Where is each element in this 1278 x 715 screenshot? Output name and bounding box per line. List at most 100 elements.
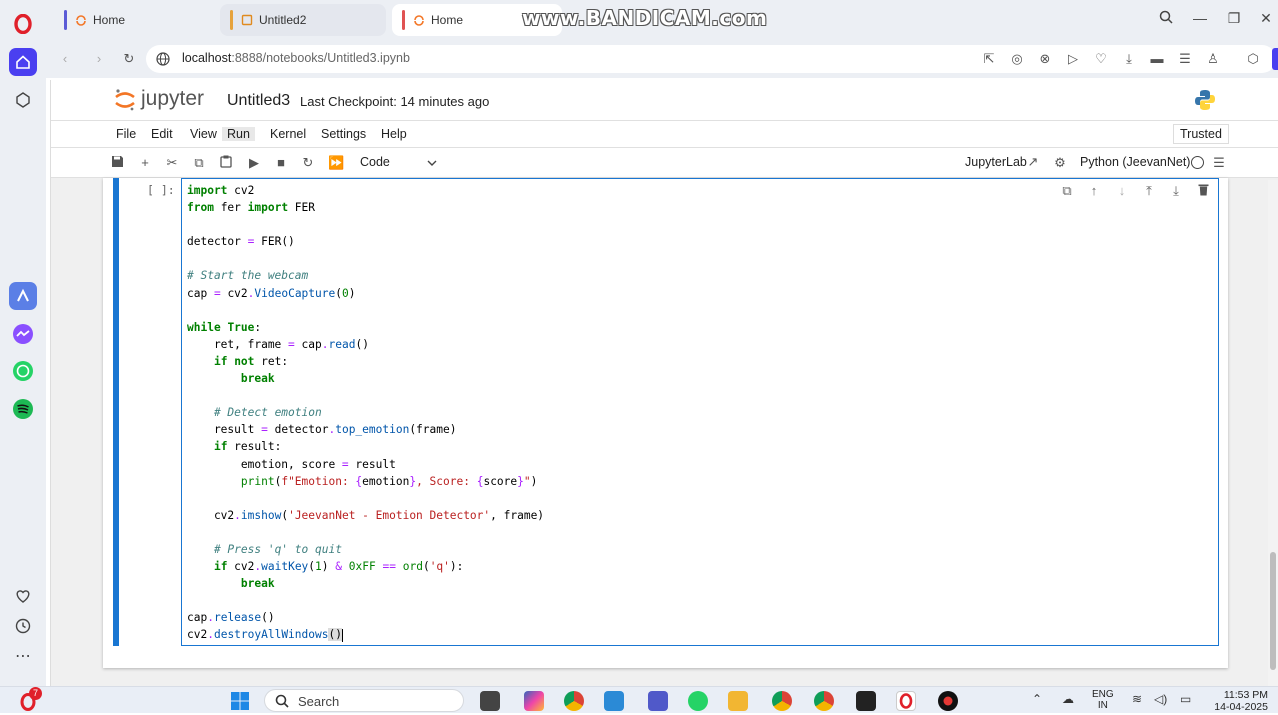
url-host: localhost <box>182 51 232 65</box>
back-icon[interactable]: ‹ <box>56 51 74 66</box>
spotify-icon[interactable] <box>9 395 37 423</box>
copilot-icon[interactable] <box>524 691 544 711</box>
menu-kernel[interactable]: Kernel <box>270 127 306 141</box>
address-bar: ‹ › ↻ localhost:8888/notebooks/Untitled3… <box>46 40 1278 78</box>
menu-file[interactable]: File <box>116 127 136 141</box>
add-cell-icon[interactable]: + <box>137 155 153 170</box>
tab-accent <box>64 10 67 30</box>
search-tabs-icon[interactable] <box>1156 10 1176 27</box>
profile-icon[interactable]: ♙ <box>1204 51 1222 67</box>
run-cell-icon[interactable]: ▶ <box>246 155 262 171</box>
terminal-icon[interactable] <box>856 691 876 711</box>
duplicate-cell-icon[interactable]: ⧉ <box>1058 183 1076 199</box>
whatsapp-taskbar-icon[interactable] <box>688 691 708 711</box>
chrome-icon[interactable] <box>564 691 584 711</box>
messenger-icon[interactable] <box>9 320 37 348</box>
cell-type-select[interactable]: Code <box>351 153 441 173</box>
notification-badge: 7 <box>29 687 42 700</box>
forward-icon[interactable]: › <box>90 51 108 66</box>
close-icon[interactable]: ✕ <box>1256 10 1276 27</box>
jupyterlab-link[interactable]: JupyterLab <box>965 155 1027 169</box>
file-explorer-icon[interactable] <box>728 691 748 711</box>
cut-icon[interactable]: ✂ <box>164 155 180 171</box>
cell-type-value: Code <box>360 155 390 169</box>
settings-gear-icon[interactable]: ⚙ <box>1052 155 1068 171</box>
move-up-icon[interactable]: ↑ <box>1085 183 1103 198</box>
app-icon-blue[interactable] <box>604 691 624 711</box>
reload-icon[interactable]: ↻ <box>120 51 138 67</box>
tab-accent <box>402 10 405 30</box>
hamburger-menu-icon[interactable]: ☰ <box>1211 155 1227 171</box>
menu-run[interactable]: Run <box>222 127 255 141</box>
tab-untitled2[interactable]: Untitled2 <box>220 4 386 36</box>
share-icon[interactable]: ⇱ <box>980 51 998 67</box>
vertical-scrollbar[interactable] <box>1268 180 1278 686</box>
download-icon[interactable]: ⤓ <box>1120 51 1138 67</box>
kernel-name[interactable]: Python (JeevanNet) <box>1080 155 1190 169</box>
restore-icon[interactable]: ❐ <box>1224 10 1244 27</box>
recorder-icon[interactable] <box>938 691 958 711</box>
wifi-icon[interactable]: ≋ <box>1132 692 1142 706</box>
show-hidden-icons[interactable]: ⌃ <box>1032 692 1042 706</box>
chrome-profile-icon[interactable] <box>772 691 792 711</box>
shield-icon[interactable]: ⊗ <box>1036 51 1054 67</box>
jupyter-logo-text: jupyter <box>141 87 205 110</box>
move-down-icon[interactable]: ↓ <box>1113 183 1131 198</box>
delete-cell-icon[interactable] <box>1194 183 1212 199</box>
task-view-icon[interactable] <box>480 691 500 711</box>
lang-region: IN <box>1097 700 1108 711</box>
url-path: :8888/notebooks/Untitled3.ipynb <box>231 51 410 65</box>
easy-setup-icon[interactable]: ☰ <box>1176 51 1194 67</box>
chrome-profile-2-icon[interactable] <box>814 691 834 711</box>
cube-icon[interactable] <box>9 86 37 114</box>
paste-icon[interactable] <box>218 155 234 171</box>
teams-icon[interactable] <box>648 691 668 711</box>
menu-help[interactable]: Help <box>381 127 407 141</box>
code-cell-editor[interactable]: import cv2 from fer import FER detector … <box>181 178 1219 646</box>
bookmark-heart-icon[interactable]: ♡ <box>1092 51 1110 67</box>
cell-prompt: [ ]: <box>147 183 175 197</box>
extensions-icon[interactable]: ⬡ <box>1244 51 1262 67</box>
language-indicator[interactable]: ENG IN <box>1092 689 1114 711</box>
menu-view[interactable]: View <box>190 127 217 141</box>
jupyter-logo-icon <box>115 89 135 111</box>
battery-icon[interactable]: ▬ <box>1148 51 1166 66</box>
minimize-icon[interactable]: — <box>1190 10 1210 26</box>
scrollbar-thumb[interactable] <box>1270 552 1276 670</box>
restart-run-all-icon[interactable]: ⏩ <box>328 155 344 171</box>
windows-start-icon[interactable] <box>230 691 250 714</box>
sidebar-toggle[interactable] <box>1272 48 1278 70</box>
opera-logo-icon[interactable] <box>9 10 37 38</box>
notebook-title[interactable]: Untitled3 <box>227 92 290 110</box>
code-content[interactable]: import cv2 from fer import FER detector … <box>187 182 544 644</box>
restart-icon[interactable]: ↻ <box>300 155 316 171</box>
more-icon[interactable]: ⋯ <box>9 642 37 670</box>
taskbar-search[interactable]: Search <box>264 689 464 712</box>
lang-code: ENG <box>1092 689 1114 700</box>
play-icon[interactable]: ▷ <box>1064 51 1082 67</box>
heart-icon[interactable] <box>9 582 37 610</box>
tab-home-1[interactable]: Home <box>54 4 214 36</box>
camera-icon[interactable]: ◎ <box>1008 51 1026 67</box>
home-icon[interactable] <box>9 48 37 76</box>
whatsapp-icon[interactable] <box>9 357 37 385</box>
volume-icon[interactable]: ◁) <box>1154 692 1167 706</box>
menu-edit[interactable]: Edit <box>151 127 173 141</box>
battery-status-icon[interactable]: ▭ <box>1180 692 1191 706</box>
opera-taskbar-icon[interactable]: 7 <box>18 687 42 712</box>
url-field[interactable]: localhost:8888/notebooks/Untitled3.ipynb… <box>146 45 1276 73</box>
insert-below-icon[interactable]: ⤓ <box>1167 183 1185 199</box>
notebook-favicon-icon <box>241 14 253 26</box>
copy-icon[interactable]: ⧉ <box>191 155 207 171</box>
menu-settings[interactable]: Settings <box>321 127 366 141</box>
insert-above-icon[interactable]: ⤒ <box>1140 183 1158 199</box>
history-icon[interactable] <box>9 612 37 640</box>
opera-taskbar-2-icon[interactable] <box>896 691 916 711</box>
trusted-indicator[interactable]: Trusted <box>1173 124 1229 144</box>
aria-icon[interactable] <box>9 282 37 310</box>
external-link-icon[interactable]: ↗ <box>1025 154 1041 170</box>
interrupt-icon[interactable]: ■ <box>273 155 289 170</box>
clock[interactable]: 11:53 PM 14-04-2025 <box>1206 689 1268 713</box>
cloud-icon[interactable]: ☁ <box>1062 692 1074 706</box>
save-icon[interactable] <box>109 155 125 171</box>
